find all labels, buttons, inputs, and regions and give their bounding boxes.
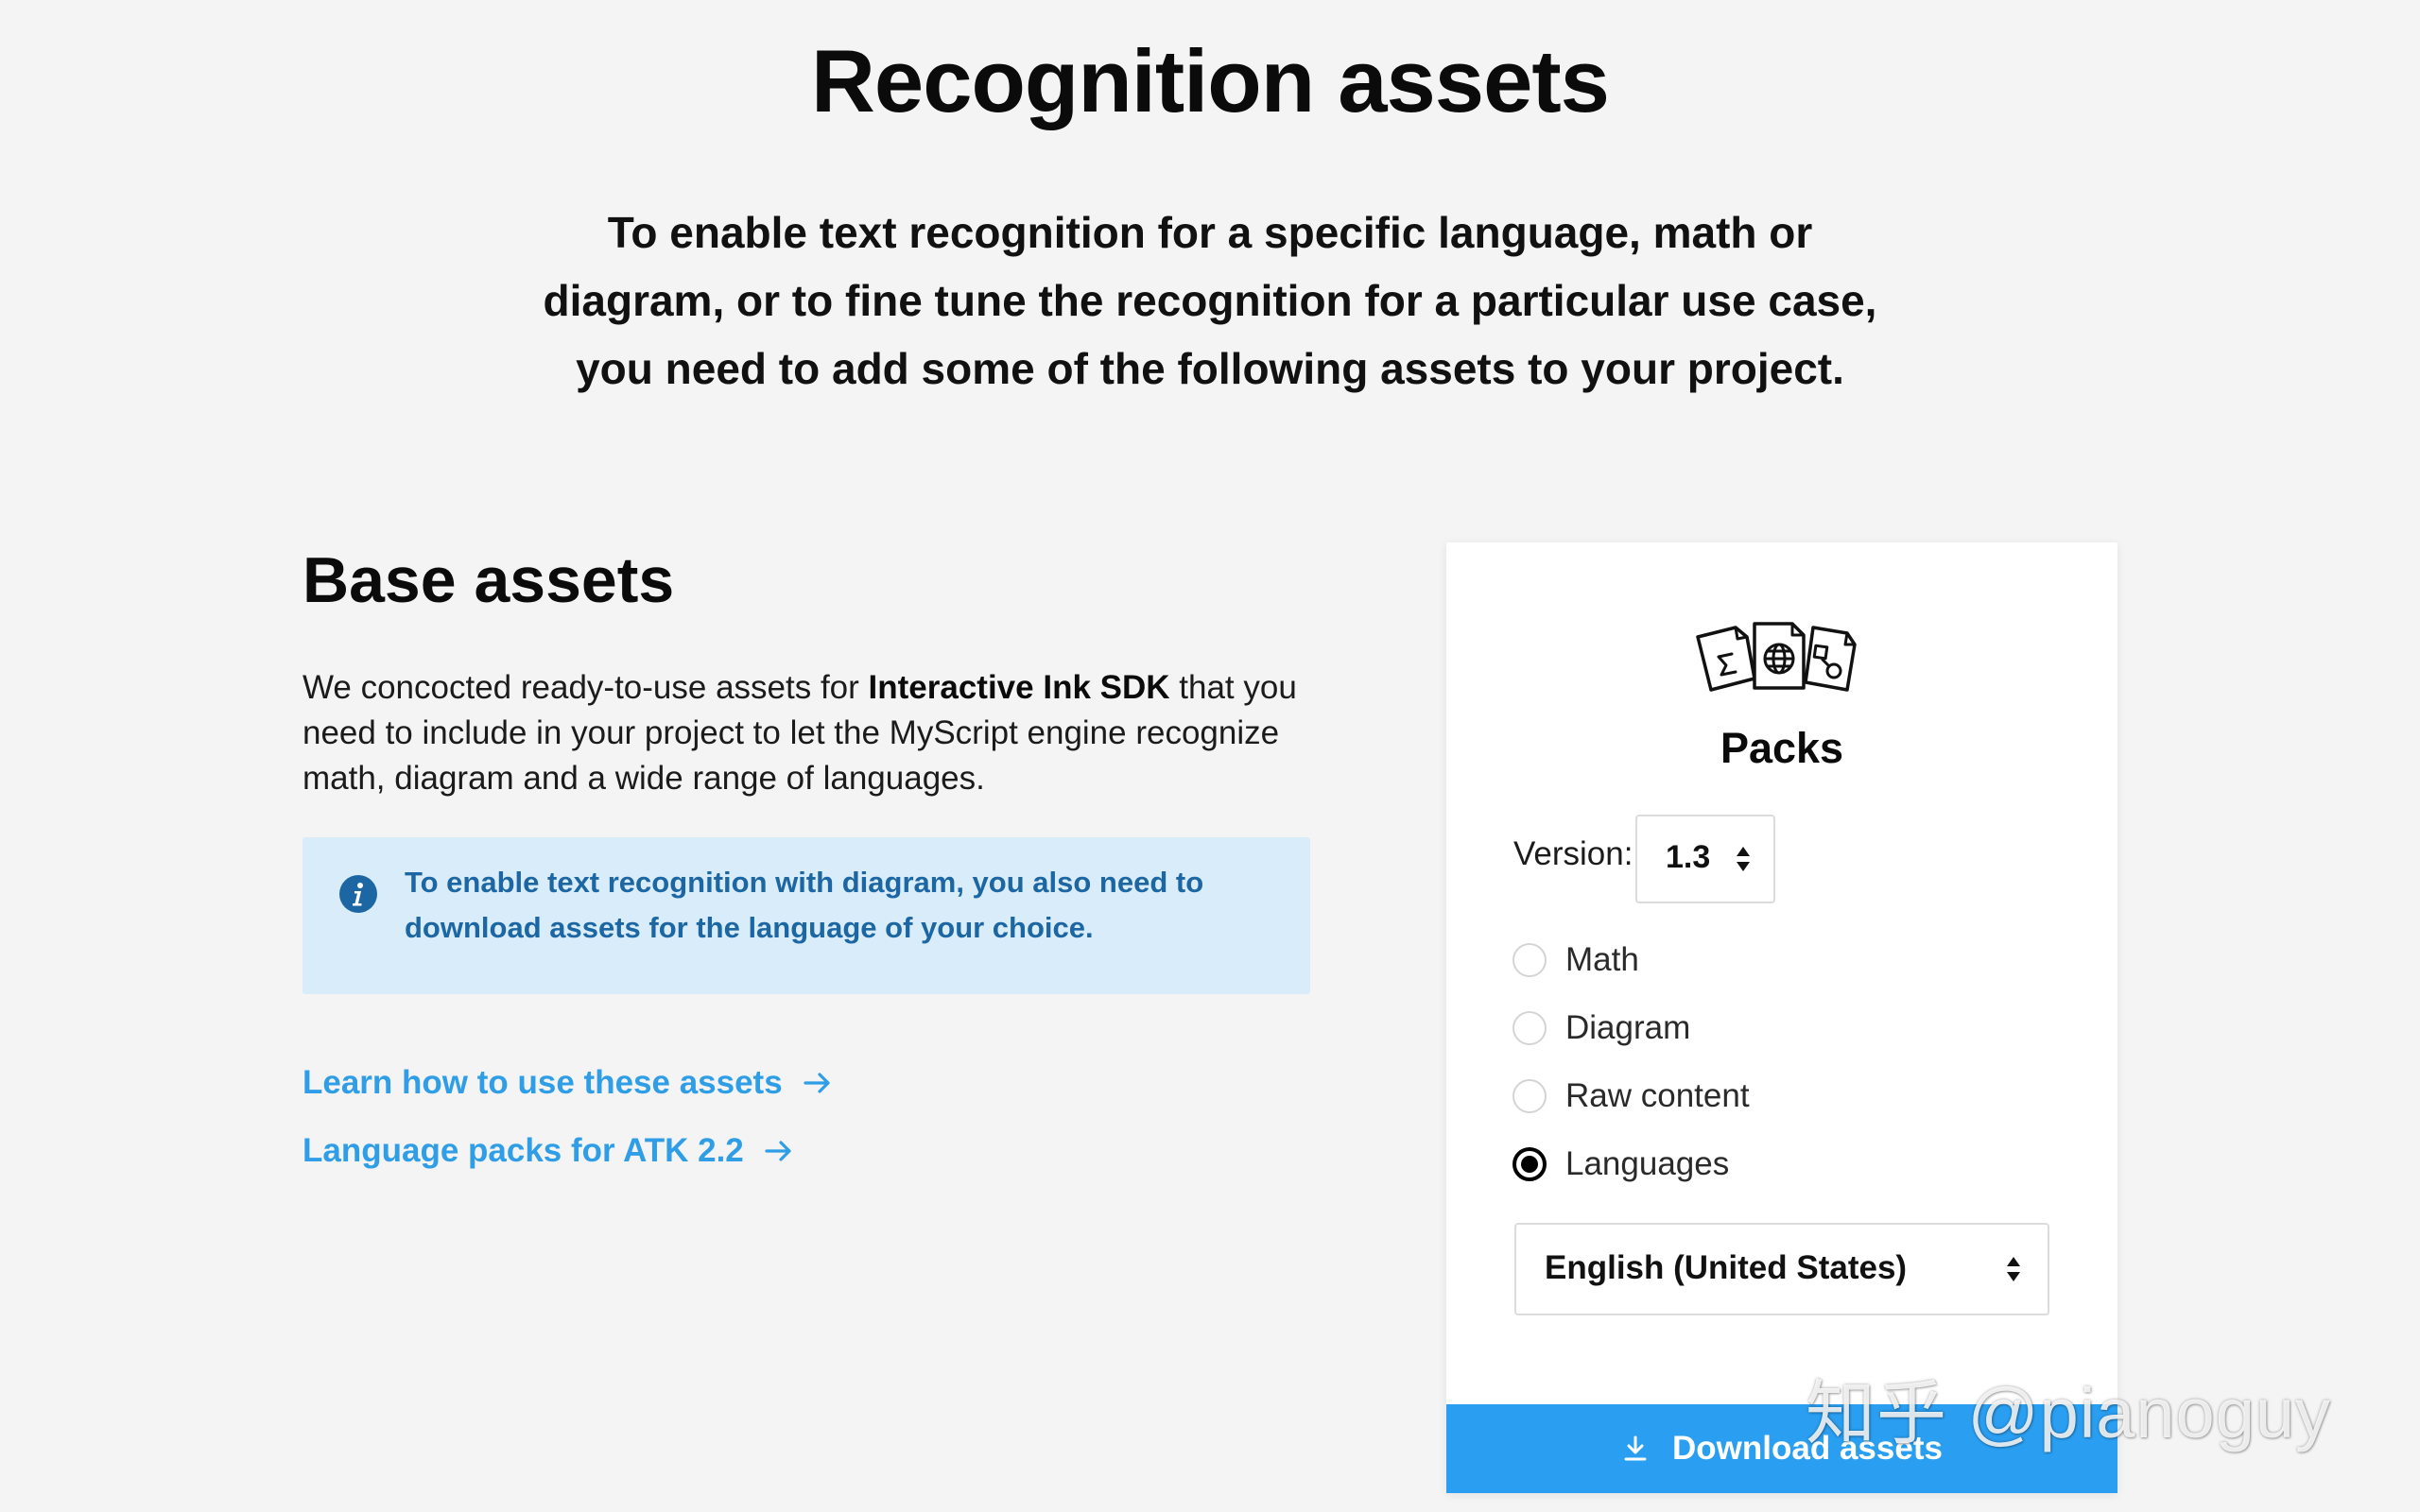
language-value: English (United States): [1545, 1249, 1908, 1286]
arrow-right-icon: [804, 1073, 830, 1093]
radio-button[interactable]: [1512, 1011, 1547, 1045]
radio-languages[interactable]: Languages: [1512, 1145, 1729, 1183]
intro-paragraph: To enable text recognition for a specifi…: [529, 198, 1891, 403]
description-text: We concocted ready-to-use assets for: [302, 669, 869, 706]
section-title: Base assets: [302, 544, 675, 616]
info-icon: [339, 875, 377, 913]
radio-diagram[interactable]: Diagram: [1512, 1009, 1690, 1047]
base-assets-description: We concocted ready-to-use assets for Int…: [302, 665, 1323, 801]
language-select[interactable]: English (United States): [1514, 1223, 2049, 1315]
page-title: Recognition assets: [811, 31, 1610, 130]
link-label: Learn how to use these assets: [302, 1064, 783, 1101]
radio-label: Languages: [1565, 1145, 1730, 1182]
version-select[interactable]: 1.3: [1635, 815, 1775, 903]
notice-line: To enable text recognition with diagram,…: [405, 866, 1204, 899]
notice-line: download assets for the language of your…: [405, 911, 1094, 944]
watermark: 知乎 @pianoguy: [1806, 1374, 2332, 1452]
intro-line: To enable text recognition for a specifi…: [607, 208, 1813, 257]
select-arrows-icon: [2007, 1257, 2020, 1281]
packs-title: Packs: [1720, 724, 1844, 772]
radio-button[interactable]: [1512, 1079, 1547, 1113]
radio-button-checked[interactable]: [1512, 1147, 1547, 1181]
radio-label: Diagram: [1565, 1009, 1691, 1046]
intro-line: you need to add some of the following as…: [576, 344, 1844, 393]
sdk-name: Interactive Ink SDK: [868, 669, 1170, 706]
radio-button[interactable]: [1512, 943, 1547, 977]
notice-text: To enable text recognition with diagram,…: [405, 860, 1274, 951]
description-line: math, diagram and a wide range of langua…: [302, 760, 985, 797]
download-icon: [1624, 1435, 1647, 1461]
packs-documents-icon: [1696, 622, 1857, 692]
radio-math[interactable]: Math: [1512, 941, 1639, 979]
description-text: that you: [1169, 669, 1297, 706]
description-line: We concocted ready-to-use assets for Int…: [302, 665, 1323, 711]
select-arrows-icon: [1737, 847, 1750, 871]
radio-label: Math: [1565, 941, 1639, 978]
version-label: Version:: [1513, 835, 1634, 872]
info-notice: To enable text recognition with diagram,…: [302, 837, 1310, 994]
radio-label: Raw content: [1565, 1077, 1750, 1114]
language-packs-atk-link[interactable]: Language packs for ATK 2.2: [302, 1132, 793, 1170]
version-value: 1.3: [1666, 839, 1711, 875]
link-label: Language packs for ATK 2.2: [302, 1132, 744, 1169]
arrow-right-icon: [765, 1141, 791, 1161]
learn-assets-link[interactable]: Learn how to use these assets: [302, 1064, 832, 1102]
packs-card: Packs Version: 1.3 Math Diagram Raw cont…: [1446, 542, 2118, 1493]
intro-line: diagram, or to fine tune the recognition…: [543, 276, 1877, 325]
radio-raw-content[interactable]: Raw content: [1512, 1077, 1750, 1115]
description-line: need to include in your project to let t…: [302, 714, 1280, 751]
